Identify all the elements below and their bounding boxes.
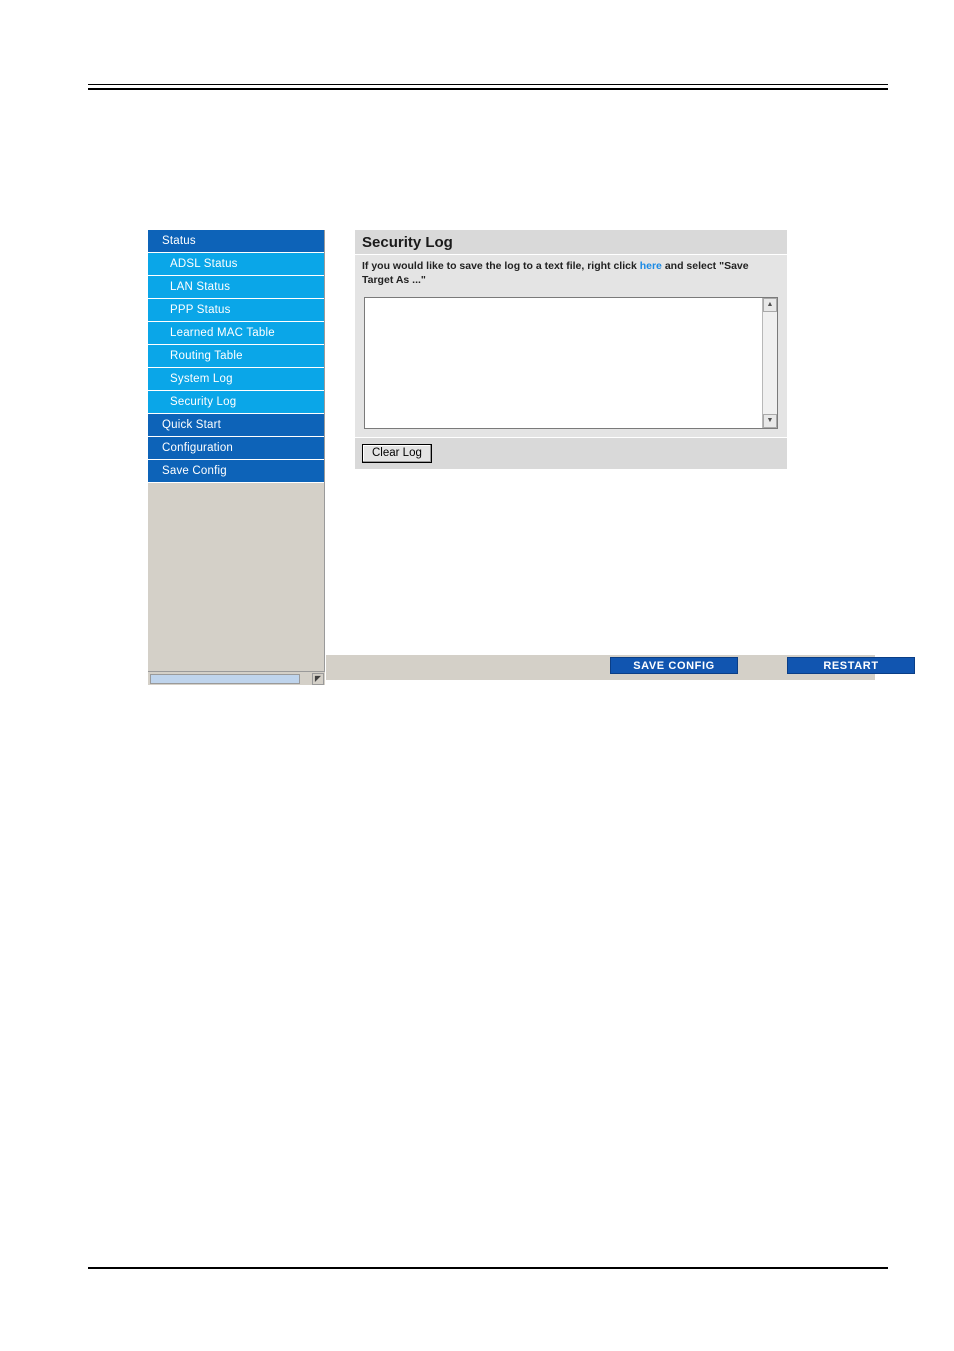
- router-admin-screenshot: Status ADSL Status LAN Status PPP Status…: [148, 230, 915, 686]
- sidebar-filler: [148, 483, 324, 656]
- sidebar-item-label: Routing Table: [170, 350, 243, 362]
- sidebar-nav: Status ADSL Status LAN Status PPP Status…: [148, 230, 325, 680]
- sidebar-item-label: Security Log: [170, 396, 237, 408]
- sidebar-horizontal-scrollbar[interactable]: ◤: [148, 671, 325, 685]
- page-footer-rule: [88, 1267, 888, 1269]
- bottom-action-bar: SAVE CONFIG RESTART: [326, 655, 915, 680]
- save-config-button[interactable]: SAVE CONFIG: [610, 657, 738, 674]
- scroll-up-icon[interactable]: ▲: [763, 298, 777, 312]
- sidebar-item-label: Configuration: [162, 442, 234, 454]
- sidebar-item-lan-status[interactable]: LAN Status: [148, 276, 324, 299]
- security-log-panel: Security Log If you would like to save t…: [355, 230, 787, 469]
- sidebar-item-ppp-status[interactable]: PPP Status: [148, 299, 324, 322]
- resize-grip-icon[interactable]: ◤: [312, 673, 324, 685]
- sidebar-item-label: PPP Status: [170, 304, 231, 316]
- sidebar-item-label: Learned MAC Table: [170, 327, 275, 339]
- log-textarea[interactable]: ▲ ▼: [364, 297, 778, 429]
- scrollbar-thumb[interactable]: [150, 674, 300, 684]
- panel-footer: Clear Log: [355, 437, 787, 469]
- page-title: Security Log: [355, 230, 787, 255]
- save-log-link[interactable]: here: [640, 260, 662, 272]
- log-contents: [369, 300, 759, 426]
- log-body: ▲ ▼: [355, 291, 787, 437]
- panel-description: If you would like to save the log to a t…: [355, 255, 787, 291]
- sidebar-item-label: Save Config: [162, 465, 227, 477]
- sidebar-item-adsl-status[interactable]: ADSL Status: [148, 253, 324, 276]
- sidebar-item-learned-mac-table[interactable]: Learned MAC Table: [148, 322, 324, 345]
- log-vertical-scrollbar[interactable]: ▲ ▼: [762, 298, 777, 428]
- content-area: Security Log If you would like to save t…: [326, 230, 875, 686]
- sidebar-item-quick-start[interactable]: Quick Start: [148, 414, 324, 437]
- sidebar-item-label: LAN Status: [170, 281, 231, 293]
- sidebar-item-configuration[interactable]: Configuration: [148, 437, 324, 460]
- sidebar-item-label: Quick Start: [162, 419, 222, 431]
- sidebar-item-security-log[interactable]: Security Log: [148, 391, 324, 414]
- sidebar-item-save-config[interactable]: Save Config: [148, 460, 324, 483]
- sidebar-item-routing-table[interactable]: Routing Table: [148, 345, 324, 368]
- sidebar-item-label: Status: [162, 235, 196, 247]
- sidebar-item-status[interactable]: Status: [148, 230, 324, 253]
- scroll-down-icon[interactable]: ▼: [763, 414, 777, 428]
- sidebar-item-label: System Log: [170, 373, 233, 385]
- sidebar-item-label: ADSL Status: [170, 258, 238, 270]
- description-text-before: If you would like to save the log to a t…: [362, 260, 640, 272]
- page-header-rule: [88, 84, 888, 85]
- page-header-rule-thick: [88, 88, 888, 90]
- clear-log-button[interactable]: Clear Log: [362, 444, 432, 463]
- restart-button[interactable]: RESTART: [787, 657, 915, 674]
- sidebar-item-system-log[interactable]: System Log: [148, 368, 324, 391]
